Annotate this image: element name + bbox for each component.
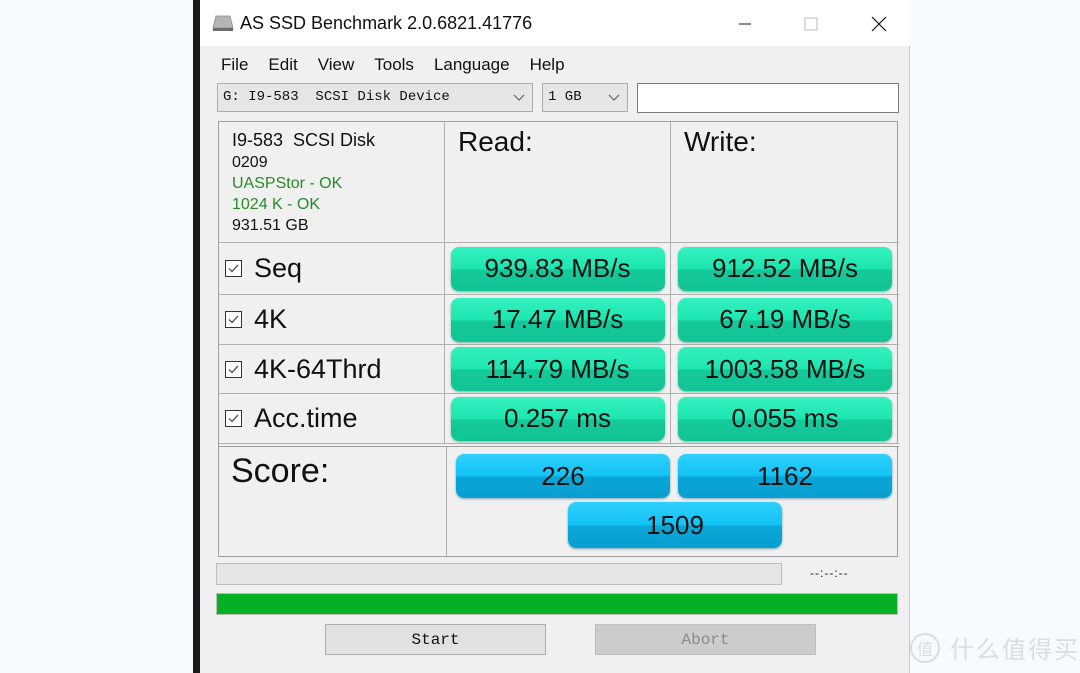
acc-time-label: Acc.time: [254, 403, 358, 433]
size-select[interactable]: 1 GB: [542, 83, 628, 112]
drive-name: I9-583 SCSI Disk: [232, 130, 376, 150]
score-read-value: 226: [541, 460, 585, 491]
4k-64thrd-checkbox[interactable]: [225, 360, 242, 378]
test-row-4k-64thrd: 4K-64Thrd: [219, 345, 445, 394]
4k-64thrd-read-value: 114.79 MB/s: [485, 353, 630, 384]
size-select-value: 1 GB: [548, 89, 582, 105]
4k-write-cell: 67.19 MB/s: [671, 295, 899, 345]
start-button[interactable]: Start: [325, 624, 546, 655]
4k-checkbox[interactable]: [225, 311, 242, 328]
acc-time-read-result: 0.257 ms: [450, 396, 665, 441]
as-ssd-window: AS SSD Benchmark 2.0.6821.41776 File Edi…: [200, 0, 910, 673]
alignment-status: 1024 K - OK: [232, 196, 321, 213]
minimize-button[interactable]: [722, 8, 768, 40]
watermark-badge-icon: 值: [910, 632, 940, 663]
results-grid: I9-583 SCSI Disk 0209 UASPStor - OK 1024…: [218, 121, 899, 558]
seq-read-value: 939.83 MB/s: [484, 253, 631, 283]
chevron-down-icon: [512, 84, 526, 111]
seq-checkbox[interactable]: [225, 260, 242, 277]
score-total-value: 1509: [646, 509, 704, 540]
acc-time-write-result: 0.055 ms: [678, 396, 892, 441]
score-write: 1162: [678, 454, 892, 498]
driver-status: UASPStor - OK: [232, 175, 343, 192]
4k-write-value: 67.19 MB/s: [719, 304, 851, 334]
background-window-edge: [193, 0, 200, 673]
acc-time-checkbox[interactable]: [225, 410, 242, 427]
read-header: Read:: [445, 122, 671, 243]
window-title: AS SSD Benchmark 2.0.6821.41776: [240, 13, 533, 33]
abort-button[interactable]: Abort: [595, 624, 816, 655]
drive-firmware: 0209: [232, 154, 268, 171]
menu-help[interactable]: Help: [520, 52, 575, 78]
score-label: Score:: [219, 446, 447, 558]
maximize-button[interactable]: [788, 8, 834, 40]
drive-select-value: G: I9-583 SCSI Disk Device: [223, 89, 450, 105]
watermark: 值 什么值得买: [910, 630, 1080, 665]
4k-64thrd-label: 4K-64Thrd: [254, 353, 382, 384]
seq-write-value: 912.52 MB/s: [712, 253, 858, 283]
drive-info-panel: I9-583 SCSI Disk 0209 UASPStor - OK 1024…: [219, 122, 445, 243]
4k-read-result: 17.47 MB/s: [450, 297, 665, 342]
overall-progress-bar: [216, 593, 898, 615]
seq-write-cell: 912.52 MB/s: [671, 243, 899, 295]
title-bar: AS SSD Benchmark 2.0.6821.41776: [200, 0, 910, 46]
seq-label: Seq: [254, 253, 303, 283]
4k-64thrd-read-cell: 114.79 MB/s: [445, 345, 671, 394]
test-row-seq: Seq: [219, 243, 445, 295]
seq-write-result: 912.52 MB/s: [678, 246, 892, 291]
watermark-text: 什么值得买: [950, 637, 1080, 664]
menu-file[interactable]: File: [200, 52, 258, 78]
drive-capacity: 931.51 GB: [232, 217, 309, 234]
menu-edit[interactable]: Edit: [258, 52, 307, 78]
elapsed-time: --:--:--: [810, 566, 849, 580]
seq-read-cell: 939.83 MB/s: [445, 243, 671, 295]
score-total: 1509: [568, 502, 782, 548]
close-button[interactable]: [856, 8, 902, 40]
test-row-acc-time: Acc.time: [219, 394, 445, 444]
4k-read-cell: 17.47 MB/s: [445, 295, 671, 345]
drive-icon: [212, 14, 234, 32]
chevron-down-icon: [607, 84, 621, 111]
4k-write-result: 67.19 MB/s: [678, 297, 892, 342]
4k-label: 4K: [254, 304, 288, 334]
4k-64thrd-write-cell: 1003.58 MB/s: [671, 345, 899, 394]
write-header: Write:: [671, 122, 899, 243]
test-row-4k: 4K: [219, 295, 445, 345]
acc-time-read-cell: 0.257 ms: [445, 394, 671, 444]
acc-time-write-value: 0.055 ms: [731, 403, 839, 433]
text-field[interactable]: [637, 83, 899, 113]
seq-read-result: 939.83 MB/s: [450, 246, 665, 291]
score-write-value: 1162: [757, 460, 813, 491]
score-read: 226: [456, 454, 670, 498]
acc-time-write-cell: 0.055 ms: [671, 394, 899, 444]
menu-bar: File Edit View Tools Language Help: [200, 52, 575, 78]
4k-read-value: 17.47 MB/s: [491, 304, 624, 334]
acc-time-read-value: 0.257 ms: [504, 403, 611, 433]
overall-progress-fill: [217, 594, 897, 614]
4k-64thrd-write-result: 1003.58 MB/s: [678, 347, 892, 391]
4k-64thrd-write-value: 1003.58 MB/s: [704, 353, 866, 384]
menu-view[interactable]: View: [308, 52, 365, 78]
menu-tools[interactable]: Tools: [364, 52, 424, 78]
menu-language[interactable]: Language: [424, 52, 520, 78]
test-progress-bar: [216, 563, 782, 585]
4k-64thrd-read-result: 114.79 MB/s: [450, 347, 665, 391]
drive-select[interactable]: G: I9-583 SCSI Disk Device: [217, 83, 533, 112]
